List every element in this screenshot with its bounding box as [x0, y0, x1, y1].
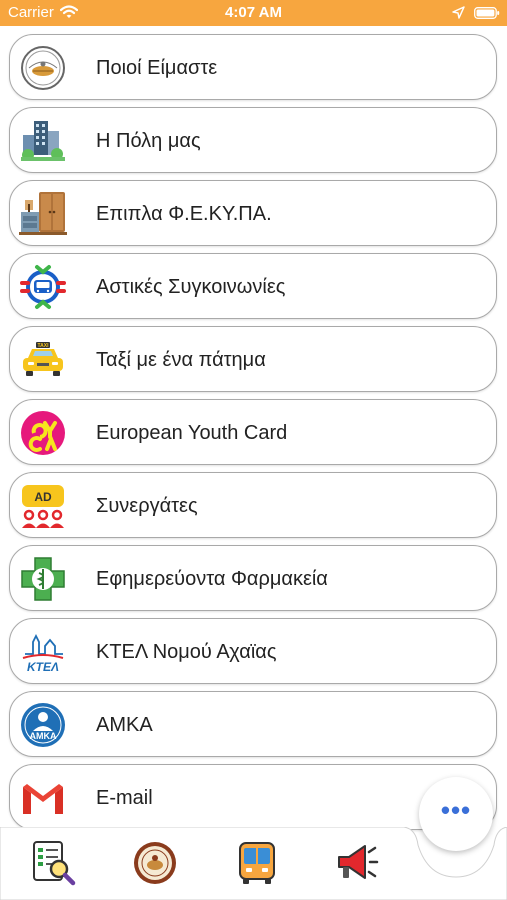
amka-icon: ΑΜΚΑ — [21, 703, 65, 747]
menu-item-label: Συνεργάτες — [96, 495, 198, 517]
menu-item-our-city[interactable]: Η Πόλη μας — [9, 107, 497, 173]
furniture-icon — [19, 192, 67, 235]
menu-item-label: ΑΜΚΑ — [96, 714, 153, 736]
menu-item-furniture[interactable]: Επιπλα Φ.Ε.ΚΥ.ΠΑ. — [9, 180, 497, 246]
gmail-icon — [23, 784, 63, 814]
svg-text:TAXI: TAXI — [37, 343, 49, 349]
partners-icon: AD — [22, 485, 64, 528]
menu-item-label: Η Πόλη μας — [96, 130, 201, 152]
menu-item-label: Ταξί με ένα πάτημα — [96, 349, 266, 371]
menu-item-label: Επιπλα Φ.Ε.ΚΥ.ΠΑ. — [96, 203, 272, 225]
menu-item-ktel[interactable]: ΚΤΕΛ ΚΤΕΛ Νομού Αχαϊας — [9, 618, 497, 684]
menu-item-pharmacies[interactable]: Εφημερεύοντα Φαρμακεία — [9, 545, 497, 611]
menu-item-city-transport[interactable]: Αστικές Συγκοινωνίες — [9, 253, 497, 319]
clock-label: 4:07 AM — [225, 4, 282, 21]
menu-item-amka[interactable]: ΑΜΚΑ ΑΜΚΑ — [9, 691, 497, 757]
tab-document-search[interactable] — [30, 840, 76, 886]
bus-transport-icon — [20, 265, 66, 309]
menu-item-taxi[interactable]: TAXI Ταξί με ένα πάτημα — [9, 326, 497, 392]
status-bar: Carrier 4:07 AM — [0, 0, 507, 26]
youth-card-icon — [21, 411, 65, 455]
location-arrow-icon — [452, 6, 465, 19]
svg-text:ΚΤΕΛ: ΚΤΕΛ — [27, 660, 59, 674]
menu-item-label: Εφημερεύοντα Φαρμακεία — [96, 568, 328, 590]
municipality-seal-icon — [21, 46, 65, 90]
menu-item-label: European Youth Card — [96, 422, 288, 444]
menu-item-label: Ποιοί Είμαστε — [96, 57, 218, 79]
more-button[interactable]: ••• — [419, 777, 493, 851]
pharmacy-icon — [21, 557, 65, 601]
document-search-icon — [33, 841, 76, 886]
menu-item-about-us[interactable]: Ποιοί Είμαστε — [9, 34, 497, 100]
bus-icon — [239, 842, 275, 884]
taxi-icon: TAXI — [23, 342, 63, 376]
battery-icon — [474, 7, 500, 19]
menu-item-youth-card[interactable]: European Youth Card — [9, 399, 497, 465]
menu-item-label: Αστικές Συγκοινωνίες — [96, 276, 286, 298]
city-buildings-icon — [21, 121, 65, 161]
megaphone-icon — [338, 845, 379, 879]
menu-item-partners[interactable]: AD Συνεργάτες — [9, 472, 497, 538]
tab-municipality[interactable] — [132, 840, 178, 886]
tab-bus[interactable] — [234, 840, 280, 886]
ktel-icon: ΚΤΕΛ — [22, 633, 64, 674]
tab-announcements[interactable] — [334, 840, 380, 886]
svg-text:AD: AD — [34, 490, 52, 504]
more-dots-icon: ••• — [440, 795, 472, 825]
municipality-seal-icon — [134, 842, 176, 884]
menu-item-label: E-mail — [96, 787, 153, 809]
svg-text:ΑΜΚΑ: ΑΜΚΑ — [30, 731, 57, 741]
menu-item-label: ΚΤΕΛ Νομού Αχαϊας — [96, 641, 277, 663]
